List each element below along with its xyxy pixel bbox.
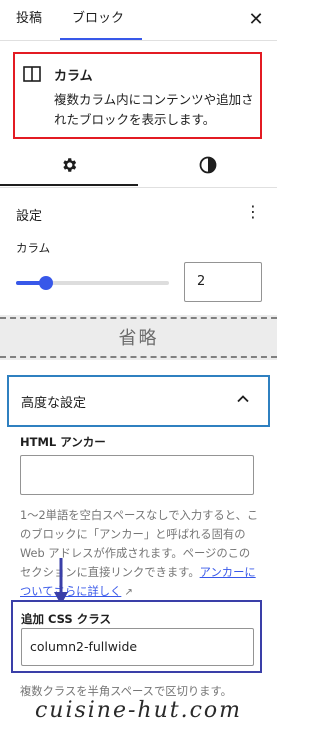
external-link-icon: ↗: [121, 587, 133, 598]
tab-post[interactable]: 投稿: [16, 0, 42, 40]
gear-icon: [60, 156, 78, 178]
settings-title: 設定: [16, 209, 43, 224]
more-vertical-icon[interactable]: ⋮: [245, 203, 261, 221]
tab-styles[interactable]: [139, 147, 277, 185]
omitted-divider-top: [0, 317, 277, 319]
tab-block[interactable]: ブロック: [72, 0, 124, 40]
sidebar-tabs: 投稿 ブロック ✕: [0, 0, 277, 41]
html-anchor-label: HTML アンカー: [20, 435, 106, 449]
css-class-help: 複数クラスを半角スペースで区切ります。: [20, 685, 232, 698]
omitted-divider-bottom: [0, 356, 277, 358]
columns-icon: [23, 66, 41, 86]
contrast-icon: [199, 156, 217, 178]
css-class-input[interactable]: column2-fullwide: [21, 628, 254, 666]
html-anchor-input[interactable]: [20, 455, 254, 495]
css-class-highlight: 追加 CSS クラス column2-fullwide: [11, 600, 262, 673]
chevron-up-icon: [233, 389, 253, 409]
columns-number-input[interactable]: 2: [184, 262, 262, 302]
columns-slider-thumb[interactable]: [39, 276, 53, 290]
advanced-panel-toggle[interactable]: 高度な設定: [7, 375, 270, 427]
active-subtab-indicator: [0, 184, 138, 186]
columns-label: カラム: [16, 241, 51, 255]
block-description: 複数カラム内にコンテンツや追加されたブロックを表示します。: [54, 92, 254, 127]
block-title: カラム: [54, 69, 93, 84]
watermark: cuisine-hut.com: [34, 698, 243, 723]
css-class-label: 追加 CSS クラス: [21, 612, 111, 626]
tab-settings[interactable]: [0, 147, 138, 185]
block-card: カラム 複数カラム内にコンテンツや追加されたブロックを表示します。: [13, 52, 262, 139]
active-tab-indicator: [60, 38, 142, 40]
inspector-tabs: [0, 147, 277, 188]
close-icon[interactable]: ✕: [246, 10, 266, 30]
omitted-label: 省略: [118, 328, 159, 349]
advanced-title: 高度な設定: [21, 396, 87, 411]
